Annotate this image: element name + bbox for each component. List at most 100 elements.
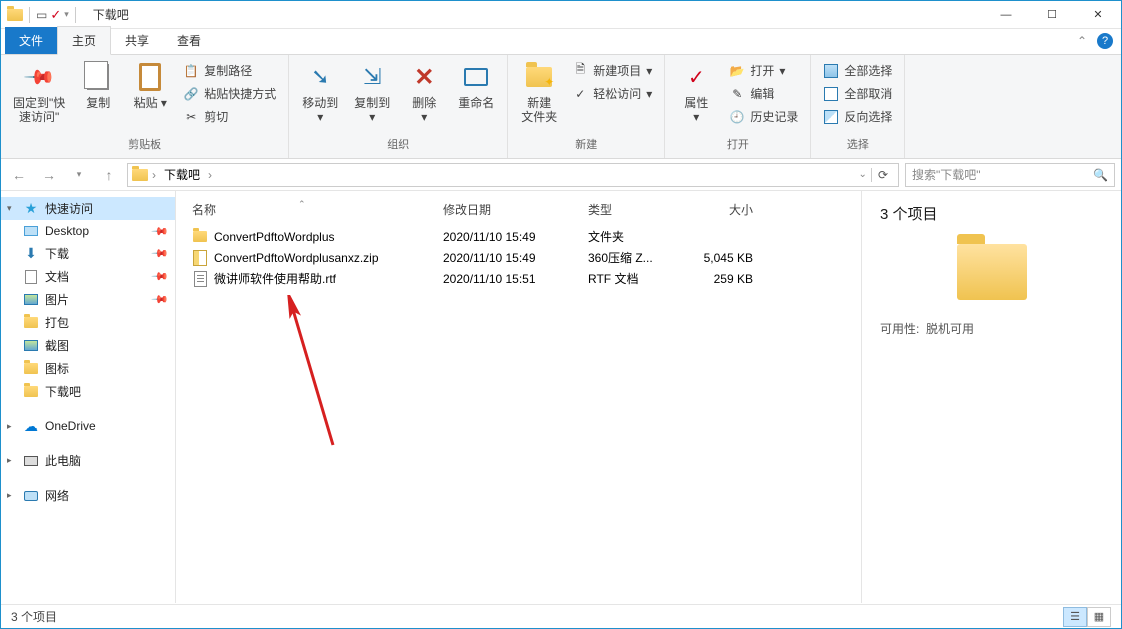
copy-button[interactable]: 复制 (75, 59, 121, 112)
paste-button[interactable]: 粘贴 ▾ (127, 59, 173, 112)
properties-qat-icon[interactable]: ▭ (36, 8, 47, 22)
pin-to-quick-access-button[interactable]: 📌 固定到"快 速访问" (9, 59, 69, 127)
edit-icon: ✎ (729, 86, 745, 102)
delete-button[interactable]: ✕ 删除▾ (401, 59, 447, 127)
sidebar-documents[interactable]: 文档📌 (1, 265, 175, 288)
search-box[interactable]: 搜索"下载吧" 🔍 (905, 163, 1115, 187)
group-label-organize: 组织 (297, 136, 499, 154)
maximize-button[interactable]: ☐ (1029, 1, 1075, 29)
window-controls: — ☐ ✕ (983, 1, 1121, 29)
select-all-button[interactable]: 全部选择 (819, 61, 896, 80)
chevron-right-icon[interactable]: › (208, 168, 212, 182)
up-button[interactable]: ↑ (97, 163, 121, 187)
easy-access-button[interactable]: ✓轻松访问 ▾ (568, 84, 656, 103)
properties-icon: ✓ (688, 65, 705, 90)
file-name: ConvertPdftoWordplusanxz.zip (214, 251, 379, 265)
sidebar-jietu[interactable]: 截图 (1, 334, 175, 357)
open-button[interactable]: 📂打开 ▾ (725, 61, 802, 80)
select-none-button[interactable]: 全部取消 (819, 84, 896, 103)
chevron-right-icon[interactable]: ▸ (7, 455, 12, 466)
breadcrumb-root[interactable]: 下载吧 (160, 166, 204, 183)
sidebar-tubiao[interactable]: 图标 (1, 357, 175, 380)
sidebar-label: 图片 (45, 291, 69, 308)
chevron-down-icon[interactable]: ▾ (64, 9, 69, 20)
chevron-right-icon[interactable]: ▸ (7, 421, 12, 432)
sidebar-label: 图标 (45, 360, 69, 377)
forward-button[interactable]: → (37, 163, 61, 187)
group-label-open: 打开 (673, 136, 802, 154)
history-button[interactable]: 🕘历史记录 (725, 107, 802, 126)
tab-share[interactable]: 共享 (111, 27, 163, 54)
sidebar-label: 截图 (45, 337, 69, 354)
thumbnails-view-button[interactable]: ▦ (1087, 607, 1111, 627)
address-bar[interactable]: › 下载吧 › ⌄ ⟳ (127, 163, 899, 187)
sidebar-quick-access[interactable]: ▾★快速访问 (1, 197, 175, 220)
sidebar-desktop[interactable]: Desktop 📌 (1, 220, 175, 242)
easy-access-icon: ✓ (572, 86, 588, 102)
title-bar: ▭ ✓ ▾ 下载吧 — ☐ ✕ (1, 1, 1121, 29)
details-count: 3 个项目 (880, 203, 1103, 224)
sidebar-onedrive[interactable]: ▸☁OneDrive (1, 415, 175, 437)
sidebar-dabao[interactable]: 打包 (1, 311, 175, 334)
search-icon[interactable]: 🔍 (1093, 168, 1108, 182)
chevron-down-icon[interactable]: ▾ (7, 203, 12, 214)
star-icon: ★ (23, 201, 39, 217)
sidebar-label: 网络 (45, 487, 69, 504)
delete-icon: ✕ (414, 63, 434, 92)
paste-shortcut-button[interactable]: 🔗粘贴快捷方式 (179, 84, 280, 103)
dropdown-icon[interactable]: ⌄ (859, 169, 867, 180)
tab-view[interactable]: 查看 (163, 27, 215, 54)
sidebar-this-pc[interactable]: ▸ 此电脑 (1, 449, 175, 472)
chevron-right-icon[interactable]: › (152, 168, 156, 182)
details-view-button[interactable]: ☰ (1063, 607, 1087, 627)
help-icon[interactable]: ? (1097, 33, 1113, 49)
chevron-right-icon[interactable]: ▸ (7, 490, 12, 501)
delete-label: 删除▾ (412, 96, 436, 125)
file-date: 2020/11/10 15:49 (443, 230, 588, 244)
zip-icon (193, 250, 207, 266)
sidebar-pictures[interactable]: 图片📌 (1, 288, 175, 311)
file-list[interactable]: 名称⌃ 修改日期 类型 大小 ConvertPdftoWordplus 2020… (176, 191, 861, 603)
column-date[interactable]: 修改日期 (443, 201, 588, 218)
sidebar-label: Desktop (45, 224, 89, 238)
move-to-button[interactable]: ➘ 移动到▾ (297, 59, 343, 127)
copy-to-button[interactable]: ⇲ 复制到▾ (349, 59, 395, 127)
onedrive-icon: ☁ (23, 418, 39, 434)
select-all-icon (824, 64, 838, 78)
file-row[interactable]: ConvertPdftoWordplusanxz.zip 2020/11/10 … (188, 247, 849, 268)
file-row[interactable]: 微讲师软件使用帮助.rtf 2020/11/10 15:51 RTF 文档 25… (188, 268, 849, 289)
new-folder-button[interactable]: 新建 文件夹 (516, 59, 562, 127)
file-date: 2020/11/10 15:51 (443, 272, 588, 286)
sidebar-xiazaiba[interactable]: 下载吧 (1, 380, 175, 403)
column-size[interactable]: 大小 (683, 201, 773, 218)
rename-button[interactable]: 重命名 (453, 59, 499, 112)
file-size: 259 KB (683, 272, 773, 286)
tab-file[interactable]: 文件 (5, 27, 57, 54)
cut-button[interactable]: ✂剪切 (179, 107, 280, 126)
close-button[interactable]: ✕ (1075, 1, 1121, 29)
minimize-button[interactable]: — (983, 1, 1029, 29)
recent-button[interactable]: ▾ (67, 163, 91, 187)
back-button[interactable]: ← (7, 163, 31, 187)
file-row[interactable]: ConvertPdftoWordplus 2020/11/10 15:49 文件… (188, 226, 849, 247)
new-item-button[interactable]: 🗎新建项目 ▾ (568, 61, 656, 80)
sidebar-downloads[interactable]: ⬇下载📌 (1, 242, 175, 265)
column-type[interactable]: 类型 (588, 201, 683, 218)
sidebar-network[interactable]: ▸ 网络 (1, 484, 175, 507)
tab-home[interactable]: 主页 (57, 26, 111, 55)
file-type: 360压缩 Z... (588, 249, 683, 266)
edit-button[interactable]: ✎编辑 (725, 84, 802, 103)
check-icon[interactable]: ✓ (50, 7, 61, 23)
refresh-button[interactable]: ⟳ (871, 168, 894, 182)
file-date: 2020/11/10 15:49 (443, 251, 588, 265)
copy-path-button[interactable]: 📋复制路径 (179, 61, 280, 80)
pin-icon: 📌 (151, 267, 170, 286)
file-type: RTF 文档 (588, 270, 683, 287)
sidebar-label: 此电脑 (45, 452, 81, 469)
properties-button[interactable]: ✓ 属性▾ (673, 59, 719, 127)
collapse-ribbon-icon[interactable]: ⌃ (1077, 34, 1087, 48)
column-name[interactable]: 名称⌃ (188, 201, 443, 218)
pin-icon: 📌 (151, 222, 170, 241)
group-clipboard: 📌 固定到"快 速访问" 复制 粘贴 ▾ 📋复制路径 🔗粘贴快捷方式 ✂剪切 剪… (1, 55, 289, 158)
invert-selection-button[interactable]: 反向选择 (819, 107, 896, 126)
